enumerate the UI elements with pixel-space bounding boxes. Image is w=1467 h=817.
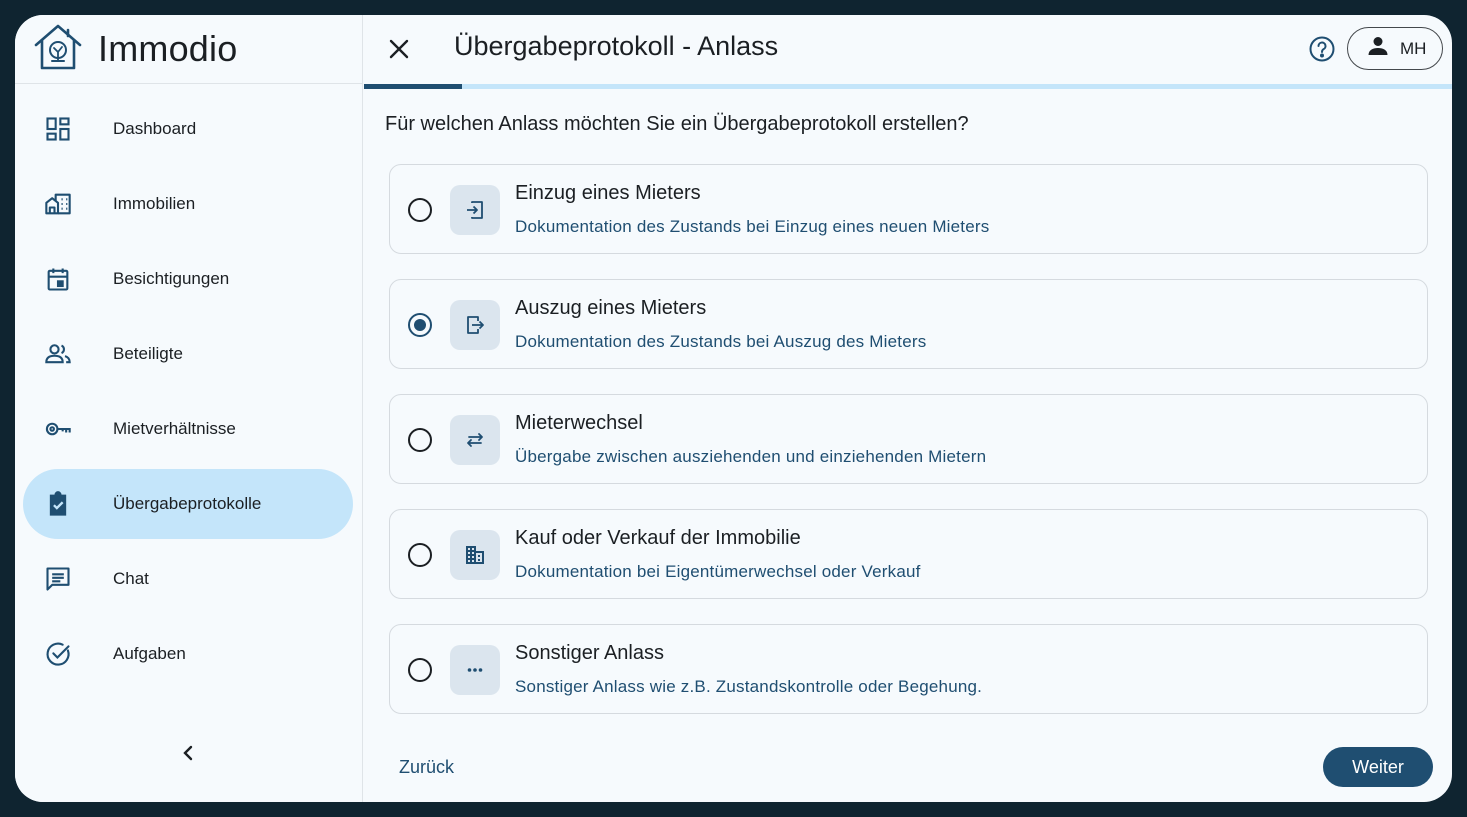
top-bar: Übergabeprotokoll - Anlass MH	[364, 15, 1452, 84]
option-description: Übergabe zwischen ausziehenden und einzi…	[515, 447, 987, 466]
buildings-icon	[43, 189, 73, 219]
progress-bar-fill	[364, 84, 462, 89]
option-mieterwechsel[interactable]: Mieterwechsel Übergabe zwischen ausziehe…	[389, 394, 1428, 484]
sidebar-nav: Dashboard Immobilien Besichtigungen Bete…	[15, 94, 363, 694]
sidebar-item-immobilien[interactable]: Immobilien	[23, 169, 353, 239]
login-icon	[450, 185, 500, 235]
option-title: Auszug eines Mieters	[515, 297, 707, 319]
user-initials: MH	[1400, 38, 1427, 58]
radio-button[interactable]	[408, 543, 432, 567]
house-logo-icon	[32, 21, 84, 78]
option-description: Dokumentation des Zustands bei Einzug ei…	[515, 217, 990, 236]
option-description: Dokumentation bei Eigentümerwechsel oder…	[515, 562, 921, 581]
key-icon	[43, 414, 73, 444]
radio-button[interactable]	[408, 428, 432, 452]
close-button[interactable]	[386, 36, 412, 62]
sidebar-item-dashboard[interactable]: Dashboard	[23, 94, 353, 164]
option-description: Dokumentation des Zustands bei Auszug de…	[515, 332, 927, 351]
radio-button[interactable]	[408, 198, 432, 222]
sidebar-item-mietverhaeltnisse[interactable]: Mietverhältnisse	[23, 394, 353, 464]
app-name: Immodio	[98, 28, 238, 69]
next-button[interactable]: Weiter	[1323, 747, 1433, 787]
radio-button[interactable]	[408, 658, 432, 682]
app-window: Immodio Dashboard Immobilien Besichtigun…	[15, 15, 1452, 802]
chevron-left-icon	[181, 744, 195, 767]
sidebar-item-label: Übergabeprotokolle	[113, 494, 262, 513]
option-title: Kauf oder Verkauf der Immobilie	[515, 527, 801, 549]
chat-icon	[43, 564, 73, 594]
help-button[interactable]	[1308, 35, 1336, 63]
dashboard-icon	[43, 114, 73, 144]
radio-button-selected[interactable]	[408, 313, 432, 337]
sidebar-item-label: Aufgaben	[113, 644, 186, 663]
calendar-icon	[43, 264, 73, 294]
option-auszug[interactable]: Auszug eines Mieters Dokumentation des Z…	[389, 279, 1428, 369]
option-description: Sonstiger Anlass wie z.B. Zustandskontro…	[515, 677, 983, 696]
page-title: Übergabeprotokoll - Anlass	[454, 31, 779, 61]
person-icon	[1366, 34, 1390, 63]
swap-icon	[450, 415, 500, 465]
option-title: Mieterwechsel	[515, 412, 643, 434]
check-circle-icon	[43, 639, 73, 669]
progress-bar	[364, 84, 1452, 89]
brand: Immodio	[15, 15, 362, 84]
sidebar-item-beteiligte[interactable]: Beteiligte	[23, 319, 353, 389]
clipboard-check-icon	[43, 489, 73, 519]
sidebar-item-label: Beteiligte	[113, 344, 183, 363]
sidebar-item-besichtigungen[interactable]: Besichtigungen	[23, 244, 353, 314]
sidebar: Immodio Dashboard Immobilien Besichtigun…	[15, 15, 363, 802]
sidebar-collapse-button[interactable]	[175, 742, 201, 768]
sidebar-item-chat[interactable]: Chat	[23, 544, 353, 614]
option-title: Sonstiger Anlass	[515, 642, 664, 664]
logout-icon	[450, 300, 500, 350]
main-content: Übergabeprotokoll - Anlass MH Für welche…	[364, 15, 1452, 802]
sidebar-item-uebergabeprotokolle[interactable]: Übergabeprotokolle	[23, 469, 353, 539]
sidebar-item-label: Besichtigungen	[113, 269, 230, 288]
option-title: Einzug eines Mieters	[515, 182, 701, 204]
sidebar-item-label: Chat	[113, 569, 149, 588]
help-icon	[1308, 36, 1336, 67]
option-einzug[interactable]: Einzug eines Mieters Dokumentation des Z…	[389, 164, 1428, 254]
option-kauf-verkauf[interactable]: Kauf oder Verkauf der Immobilie Dokument…	[389, 509, 1428, 599]
close-icon	[386, 39, 412, 66]
building-icon	[450, 530, 500, 580]
user-menu-button[interactable]: MH	[1347, 27, 1443, 70]
option-sonstiger-anlass[interactable]: Sonstiger Anlass Sonstiger Anlass wie z.…	[389, 624, 1428, 714]
back-button[interactable]: Zurück	[399, 757, 454, 778]
sidebar-item-label: Dashboard	[113, 119, 197, 138]
occasion-options: Einzug eines Mieters Dokumentation des Z…	[389, 164, 1428, 739]
sidebar-item-label: Immobilien	[113, 194, 196, 213]
more-icon	[450, 645, 500, 695]
people-icon	[43, 339, 73, 369]
sidebar-item-aufgaben[interactable]: Aufgaben	[23, 619, 353, 689]
sidebar-item-label: Mietverhältnisse	[113, 419, 236, 438]
question-text: Für welchen Anlass möchten Sie ein Überg…	[385, 113, 969, 135]
